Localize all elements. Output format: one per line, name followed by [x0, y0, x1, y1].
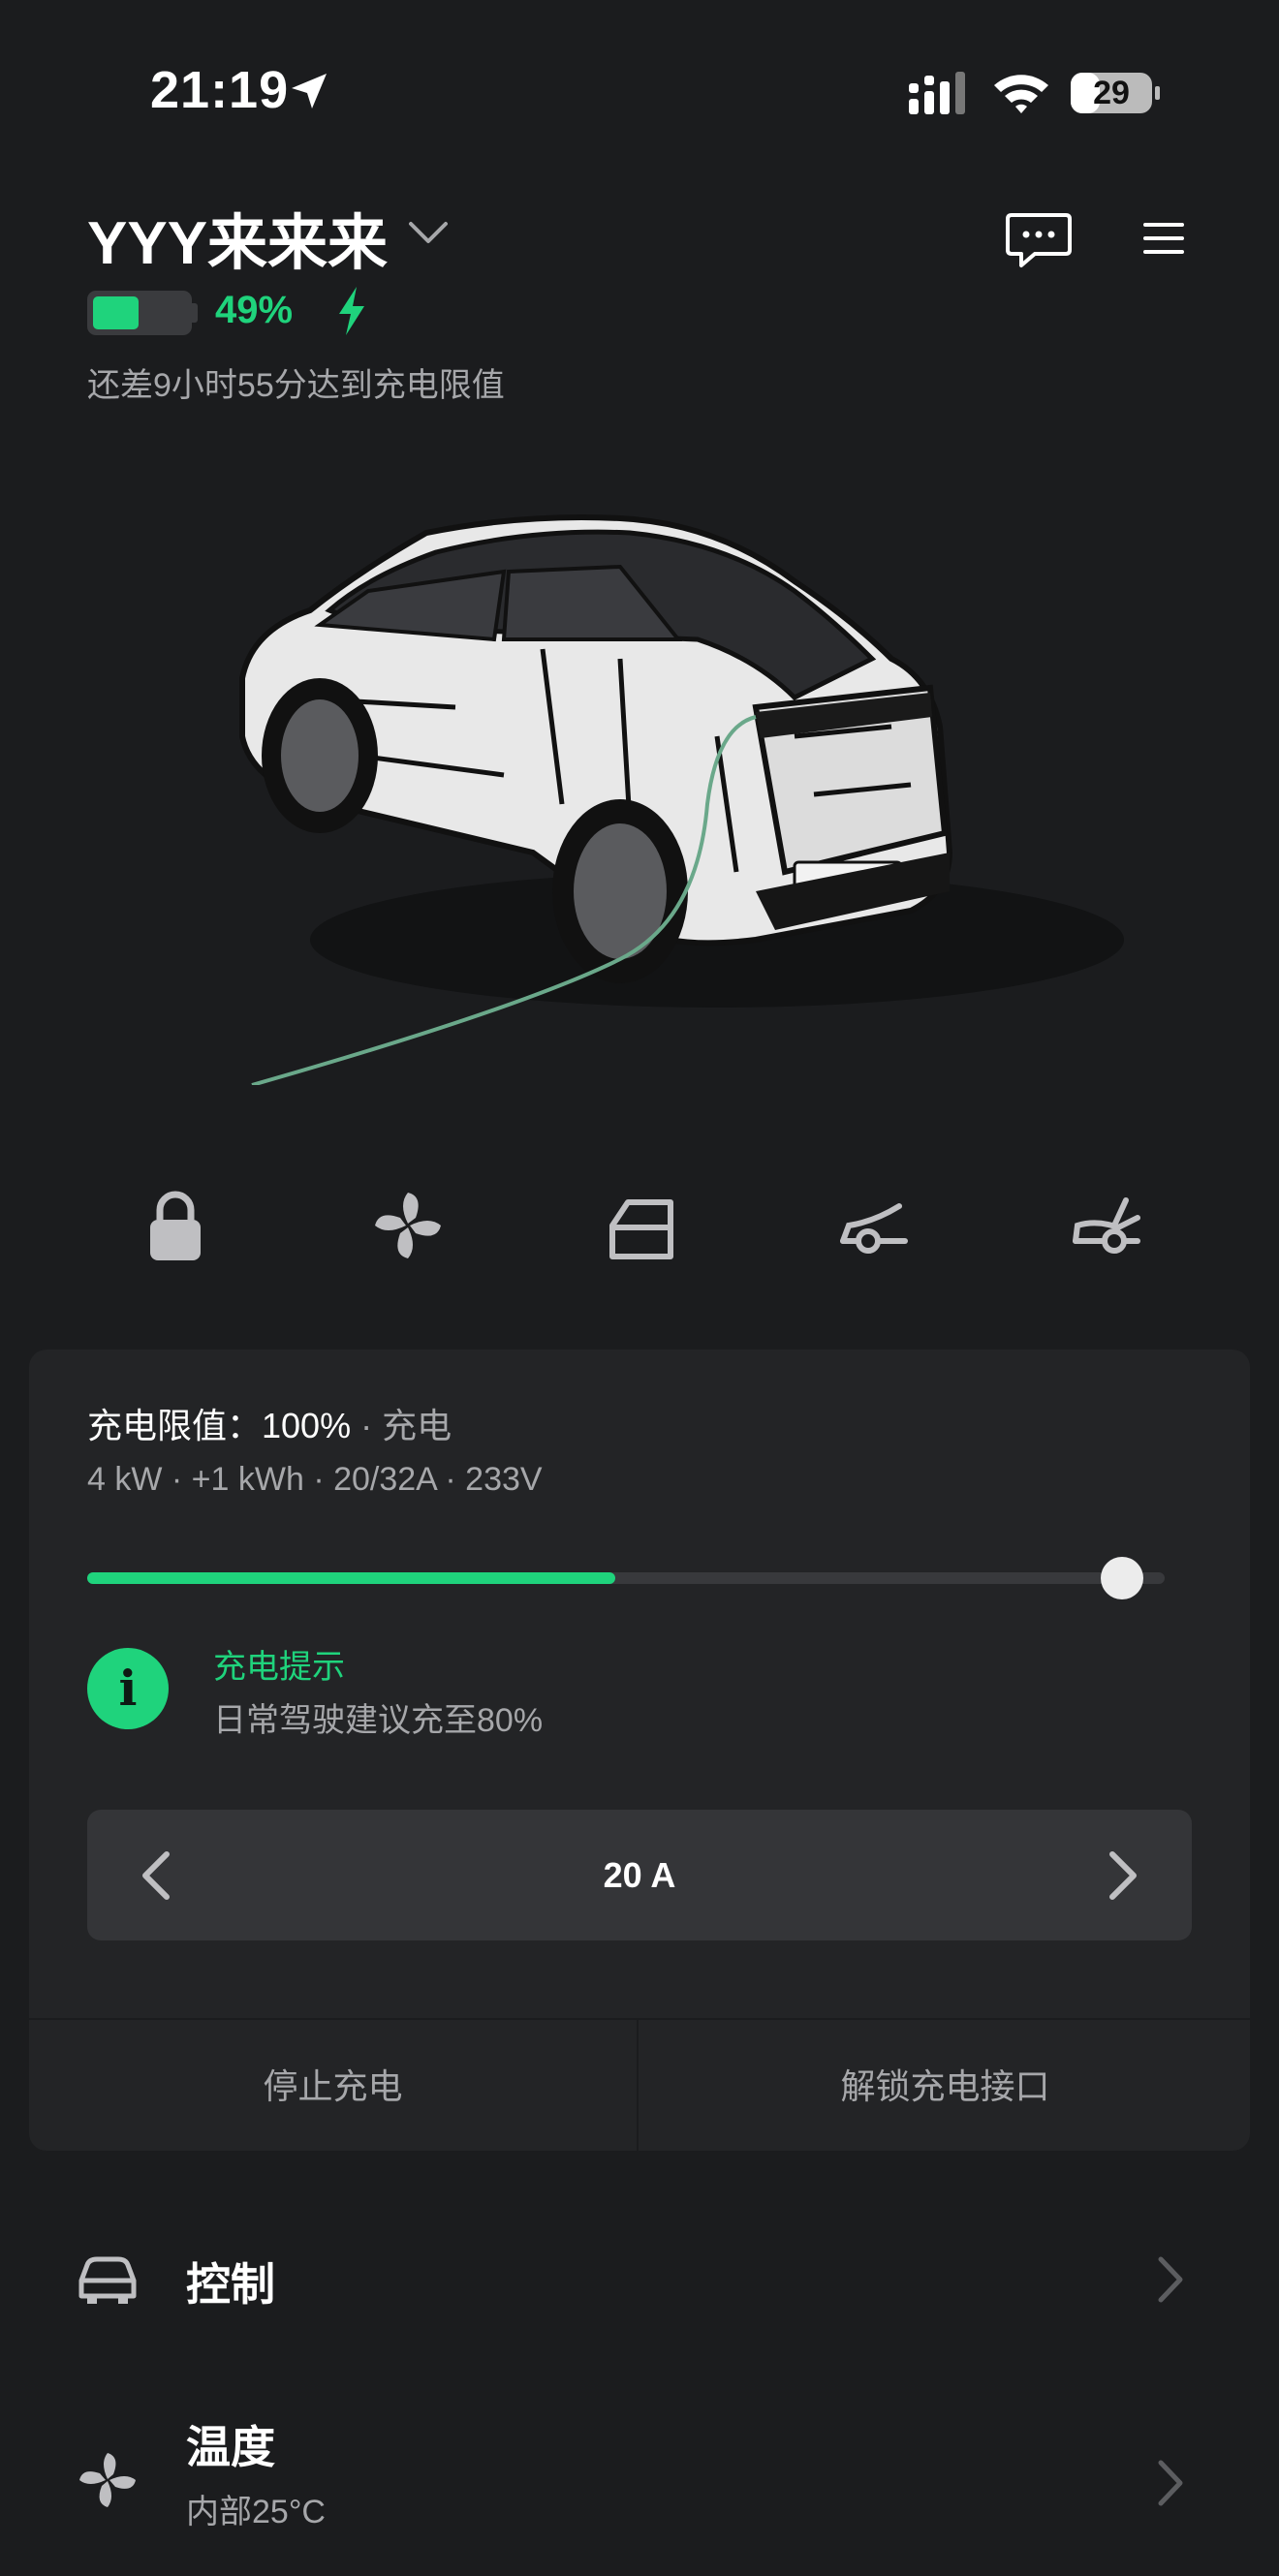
battery-status-value: 29: [1093, 75, 1130, 111]
chevron-right-icon: [1158, 2460, 1183, 2506]
frunk-icon[interactable]: [835, 1187, 913, 1264]
unlock-charge-port-button[interactable]: 解锁充电接口: [640, 2020, 1250, 2151]
car-battery-bar: [87, 291, 192, 335]
separator: ·: [351, 1406, 383, 1445]
wifi-icon: [994, 75, 1048, 113]
car-name[interactable]: YYY来来来: [87, 194, 388, 281]
door-icon[interactable]: [603, 1187, 680, 1264]
charging-card: 充电限值：100% · 充电 4 kW · +1 kWh · 20/32A · …: [29, 1350, 1250, 2151]
row-climate[interactable]: 温度 内部25°C: [0, 2403, 1279, 2567]
location-arrow-icon: [292, 74, 327, 109]
charge-limit-value: 100%: [262, 1406, 352, 1445]
charge-limit-line: 充电限值：100% · 充电: [87, 1398, 452, 1448]
status-time: 21:19: [150, 61, 290, 119]
stop-charging-button[interactable]: 停止充电: [29, 2020, 639, 2151]
charging-bolt-icon: [339, 287, 364, 335]
chevron-down-icon[interactable]: [407, 218, 450, 247]
row-climate-title: 温度: [186, 2422, 275, 2472]
row-control[interactable]: 控制: [0, 2219, 1279, 2344]
chevron-right-icon: [1158, 2256, 1183, 2303]
car-battery-fill: [93, 296, 140, 329]
row-climate-subtitle: 内部25°C: [186, 2494, 326, 2530]
charge-tip-title: 充电提示: [213, 1649, 345, 1686]
car-battery-cap: [192, 303, 198, 323]
trunk-icon[interactable]: [1068, 1187, 1145, 1264]
charge-tip-text: 日常驾驶建议充至80%: [213, 1702, 544, 1739]
charge-actions: 停止充电 解锁充电接口: [29, 2018, 1250, 2151]
charge-limit-handle[interactable]: [1101, 1557, 1143, 1599]
row-control-title: 控制: [186, 2259, 275, 2310]
battery-percent: 49%: [215, 289, 294, 331]
charge-limit-slider[interactable]: [87, 1572, 1165, 1584]
screen: 21:19 29 YYY来来来 49% 还差9小时55分达到充电限值 充电限值：…: [0, 0, 1279, 2576]
amperage-stepper: 20 A: [87, 1810, 1192, 1940]
car-icon: [78, 2256, 137, 2304]
fan-icon[interactable]: [369, 1187, 447, 1264]
charge-eta: 还差9小时55分达到充电限值: [87, 367, 505, 404]
amperage-value: 20 A: [603, 1855, 676, 1895]
charge-progress-fill: [87, 1572, 615, 1584]
info-icon: i: [87, 1648, 169, 1729]
charge-limit-label: 充电限值：: [87, 1406, 263, 1445]
chevron-right-icon[interactable]: [1105, 1848, 1143, 1903]
charge-mode: 充电: [382, 1406, 452, 1445]
message-icon[interactable]: [1006, 211, 1072, 269]
lock-icon[interactable]: [137, 1187, 214, 1264]
menu-icon[interactable]: [1143, 221, 1184, 256]
fan-icon: [79, 2453, 136, 2507]
charge-stats: 4 kW · +1 kWh · 20/32A · 233V: [87, 1461, 543, 1498]
cellular-signal-icon: [909, 72, 965, 114]
car-image: [239, 514, 1124, 1085]
